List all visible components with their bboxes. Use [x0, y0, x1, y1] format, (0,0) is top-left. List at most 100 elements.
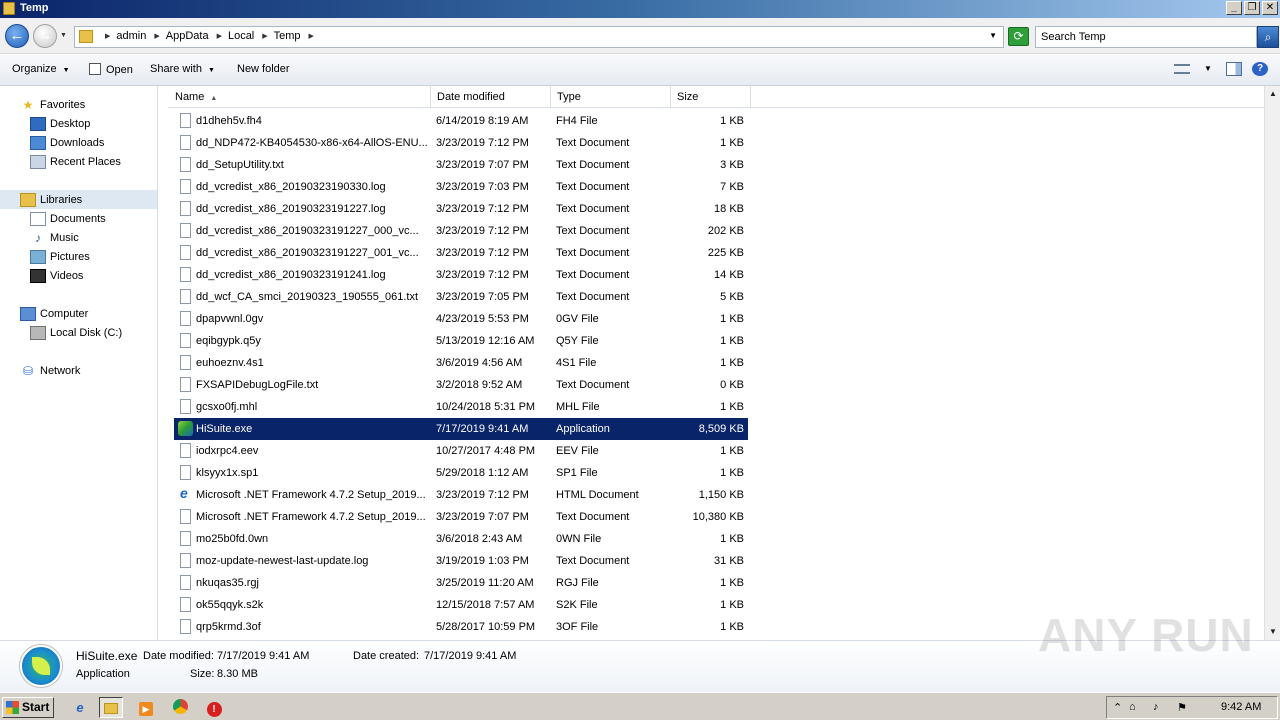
file-row[interactable]: Microsoft .NET Framework 4.7.2 Setup_201… [174, 506, 748, 528]
media-player-icon[interactable]: ▶ [134, 697, 158, 718]
nav-libraries[interactable]: Libraries [0, 190, 157, 209]
file-row[interactable]: d1dheh5v.fh4 6/14/2019 8:19 AM FH4 File 1 K… [174, 110, 748, 132]
music-icon: ♪ [35, 230, 41, 245]
file-row[interactable]: dpapvwnl.0gv 4/23/2019 5:53 PM 0GV File 1 K… [174, 308, 748, 330]
column-header-size[interactable]: Size [671, 86, 751, 108]
file-row[interactable]: e Microsoft .NET Framework 4.7.2 Setup_20… [174, 484, 748, 506]
explorer-taskbar-icon[interactable] [99, 697, 123, 718]
nav-music[interactable]: ♪ Music [0, 228, 157, 247]
file-size: 1 KB [720, 621, 744, 633]
search-icon[interactable]: ⌕ [1257, 26, 1279, 48]
preview-pane-icon[interactable] [1226, 62, 1242, 76]
file-row[interactable]: moz-update-newest-last-update.log 3/19/20… [174, 550, 748, 572]
chrome-icon[interactable] [168, 697, 192, 718]
file-row[interactable]: klsyyx1x.sp1 5/29/2018 1:12 AM SP1 File 1 K… [174, 462, 748, 484]
file-row[interactable]: dd_SetupUtility.txt 3/23/2019 7:07 PM Text… [174, 154, 748, 176]
search-input[interactable] [1036, 27, 1231, 47]
chevron-right-icon[interactable]: ▶ [309, 32, 314, 40]
scroll-up-icon[interactable]: ▲ [1266, 86, 1280, 102]
nav-computer[interactable]: Computer [0, 304, 157, 323]
chevron-right-icon[interactable]: ▶ [217, 32, 222, 40]
nav-local-disk[interactable]: Local Disk (C:) [0, 323, 157, 342]
stop-icon[interactable]: ! [202, 697, 226, 718]
restore-button[interactable]: ❐ [1244, 1, 1260, 15]
nav-downloads[interactable]: Downloads [0, 133, 157, 152]
file-row[interactable]: dd_vcredist_x86_20190323191227_001_vc...… [174, 242, 748, 264]
file-row[interactable]: FXSAPIDebugLogFile.txt 3/2/2018 9:52 AM Te… [174, 374, 748, 396]
file-size: 1,150 KB [698, 489, 744, 501]
file-name: nkuqas35.rgj [196, 577, 259, 589]
breadcrumb-admin[interactable]: admin [116, 30, 146, 42]
details-file-type: Application [76, 668, 130, 680]
file-row[interactable]: gcsxo0fj.mhl 10/24/2018 5:31 PM MHL File 1 … [174, 396, 748, 418]
nav-network[interactable]: ⛁ Network [0, 361, 157, 380]
file-row[interactable]: mo25b0fd.0wn 3/6/2018 2:43 AM 0WN File 1 KB [174, 528, 748, 550]
breadcrumb-temp[interactable]: Temp [274, 30, 301, 42]
nav-documents[interactable]: Documents [0, 209, 157, 228]
forward-button[interactable]: → [33, 24, 57, 48]
organize-button[interactable]: Organize ▼ [12, 63, 70, 75]
file-size: 1 KB [720, 335, 744, 347]
system-tray: ⌃ ⌂ ♪ ⚑ 9:42 AM [1106, 696, 1278, 719]
nav-videos[interactable]: Videos [0, 266, 157, 285]
chevron-right-icon[interactable]: ▶ [105, 32, 110, 40]
new-folder-button[interactable]: New folder [237, 63, 290, 75]
scroll-down-icon[interactable]: ▼ [1266, 624, 1280, 640]
nav-label: Downloads [50, 136, 105, 149]
nav-favorites[interactable]: ★ Favorites [0, 95, 157, 114]
file-size: 1 KB [720, 313, 744, 325]
change-view-icon[interactable] [1174, 64, 1190, 74]
column-label: Size [677, 91, 699, 103]
file-name: qrp5krmd.3of [196, 621, 261, 633]
file-row[interactable]: dd_vcredist_x86_20190323190330.log 3/23/2… [174, 176, 748, 198]
file-icon [180, 245, 191, 260]
minimize-button[interactable]: _ [1226, 1, 1242, 15]
nav-recent-places[interactable]: Recent Places [0, 152, 157, 171]
file-row[interactable]: HiSuite.exe 7/17/2019 9:41 AM Application 8… [174, 418, 748, 440]
scroll-thumb[interactable] [1267, 112, 1279, 632]
file-name: dd_wcf_CA_smci_20190323_190555_061.txt [196, 291, 418, 303]
file-row[interactable]: dd_vcredist_x86_20190323191227.log 3/23/2… [174, 198, 748, 220]
chevron-right-icon[interactable]: ▶ [154, 32, 159, 40]
nav-pictures[interactable]: Pictures [0, 247, 157, 266]
open-button[interactable]: Open [89, 63, 133, 76]
share-with-button[interactable]: Share with ▼ [150, 63, 215, 75]
file-row[interactable]: dd_vcredist_x86_20190323191227_000_vc...… [174, 220, 748, 242]
file-row[interactable]: eqibgypk.q5y 5/13/2019 12:16 AM Q5Y File 1 … [174, 330, 748, 352]
chevron-right-icon[interactable]: ▶ [262, 32, 267, 40]
address-dropdown-icon[interactable]: ▼ [989, 31, 997, 40]
file-row[interactable]: dd_vcredist_x86_20190323191241.log 3/23/2… [174, 264, 748, 286]
file-date: 4/23/2019 5:53 PM [436, 313, 529, 325]
help-icon[interactable]: ? [1252, 62, 1268, 76]
clock[interactable]: 9:42 AM [1221, 701, 1261, 713]
file-size: 3 KB [720, 159, 744, 171]
internet-explorer-icon[interactable]: e [68, 697, 92, 718]
file-row[interactable]: dd_NDP472-KB4054530-x86-x64-AllOS-ENU...… [174, 132, 748, 154]
network-tray-icon[interactable]: ⌂ [1129, 701, 1136, 713]
nav-label: Favorites [40, 98, 86, 111]
refresh-button[interactable]: ⟳ [1008, 27, 1029, 46]
file-row[interactable]: qrp5krmd.3of 5/28/2017 10:59 PM 3OF File 1 … [174, 616, 748, 638]
vertical-scrollbar[interactable]: ▲ ▼ [1264, 86, 1280, 640]
file-row[interactable]: ok55qqyk.s2k 12/15/2018 7:57 AM S2K File 1 … [174, 594, 748, 616]
nav-label: Pictures [50, 250, 90, 263]
breadcrumb-local[interactable]: Local [228, 30, 254, 42]
column-header-name[interactable]: Name ▲ [168, 86, 431, 108]
address-bar[interactable]: ▶ admin ▶ AppData ▶ Local ▶ Temp ▶ ▼ [74, 26, 1004, 48]
column-header-type[interactable]: Type [551, 86, 671, 108]
column-header-date[interactable]: Date modified [431, 86, 551, 108]
file-row[interactable]: iodxrpc4.eev 10/27/2017 4:48 PM EEV File 1 … [174, 440, 748, 462]
file-row[interactable]: nkuqas35.rgj 3/25/2019 11:20 AM RGJ File 1 … [174, 572, 748, 594]
nav-desktop[interactable]: Desktop [0, 114, 157, 133]
start-button[interactable]: Start [2, 697, 54, 718]
close-button[interactable]: ✕ [1262, 1, 1278, 15]
file-row[interactable]: euhoeznv.4s1 3/6/2019 4:56 AM 4S1 File 1 KB [174, 352, 748, 374]
breadcrumb-appdata[interactable]: AppData [166, 30, 209, 42]
history-dropdown-icon[interactable]: ▼ [60, 32, 67, 39]
action-center-flag-icon[interactable]: ⚑ [1177, 701, 1187, 714]
file-row[interactable]: dd_wcf_CA_smci_20190323_190555_061.txt 3/… [174, 286, 748, 308]
chevron-down-icon[interactable]: ▼ [1200, 62, 1216, 76]
back-button[interactable]: ← [5, 24, 29, 48]
volume-icon[interactable]: ♪ [1153, 701, 1159, 713]
show-hidden-icons-icon[interactable]: ⌃ [1113, 701, 1122, 714]
